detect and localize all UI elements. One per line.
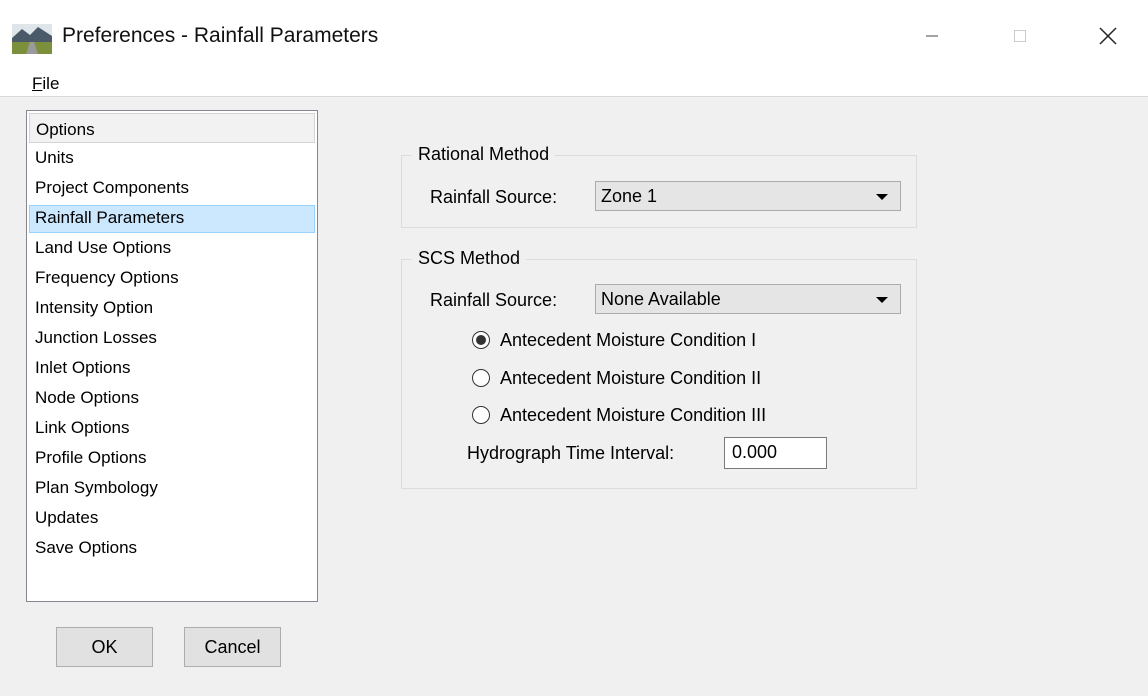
hydrograph-interval-input[interactable]: 0.000 [724,437,827,469]
menu-file[interactable]: File [32,74,59,94]
close-button[interactable] [1064,0,1148,72]
option-land-use-options[interactable]: Land Use Options [29,235,315,263]
option-intensity-option[interactable]: Intensity Option [29,295,315,323]
options-list[interactable]: Options Units Project Components Rainfal… [26,110,318,602]
maximize-icon [1014,30,1026,42]
scs-rainfall-source-label: Rainfall Source: [430,290,558,310]
title-bar[interactable]: Preferences - Rainfall Parameters [0,0,1148,72]
menu-file-mnemonic: F [32,74,43,93]
amc-label-3: Antecedent Moisture Condition III [500,404,767,425]
chevron-down-icon [876,194,888,200]
option-project-components[interactable]: Project Components [29,175,315,203]
option-profile-options[interactable]: Profile Options [29,445,315,473]
amc-radio-1[interactable]: Antecedent Moisture Condition I [472,327,756,353]
option-save-options[interactable]: Save Options [29,535,315,563]
rational-method-title: Rational Method [412,144,556,165]
maximize-button[interactable] [976,0,1064,72]
minimize-button[interactable] [888,0,976,72]
menu-bar: File [0,72,1148,97]
option-node-options[interactable]: Node Options [29,385,315,413]
scs-method-title: SCS Method [412,248,527,269]
app-landscape-icon [12,24,52,54]
radio-unchecked-icon [472,406,490,424]
radio-checked-icon [472,331,490,349]
scs-rainfall-source-select[interactable]: None Available [595,284,901,314]
option-plan-symbology[interactable]: Plan Symbology [29,475,315,503]
minimize-icon [926,35,938,37]
rational-rainfall-source-select[interactable]: Zone 1 [595,181,901,211]
option-rainfall-parameters[interactable]: Rainfall Parameters [29,205,315,233]
amc-radio-3[interactable]: Antecedent Moisture Condition III [472,402,766,428]
cancel-button[interactable]: Cancel [184,627,281,667]
window-title: Preferences - Rainfall Parameters [62,24,379,47]
menu-file-label: ile [42,74,60,93]
amc-radio-2[interactable]: Antecedent Moisture Condition II [472,365,761,391]
rational-rainfall-source-label: Rainfall Source: [430,187,558,207]
amc-label-2: Antecedent Moisture Condition II [500,367,762,388]
amc-label-1: Antecedent Moisture Condition I [500,329,757,350]
radio-unchecked-icon [472,369,490,387]
option-inlet-options[interactable]: Inlet Options [29,355,315,383]
scs-rainfall-source-value: None Available [601,289,721,309]
options-header: Options [29,113,315,143]
option-updates[interactable]: Updates [29,505,315,533]
close-icon [1099,27,1117,45]
option-junction-losses[interactable]: Junction Losses [29,325,315,353]
chevron-down-icon [876,297,888,303]
option-frequency-options[interactable]: Frequency Options [29,265,315,293]
ok-button[interactable]: OK [56,627,153,667]
option-link-options[interactable]: Link Options [29,415,315,443]
option-units[interactable]: Units [29,145,315,173]
rational-rainfall-source-value: Zone 1 [601,186,658,206]
hydrograph-interval-label: Hydrograph Time Interval: [467,443,675,463]
